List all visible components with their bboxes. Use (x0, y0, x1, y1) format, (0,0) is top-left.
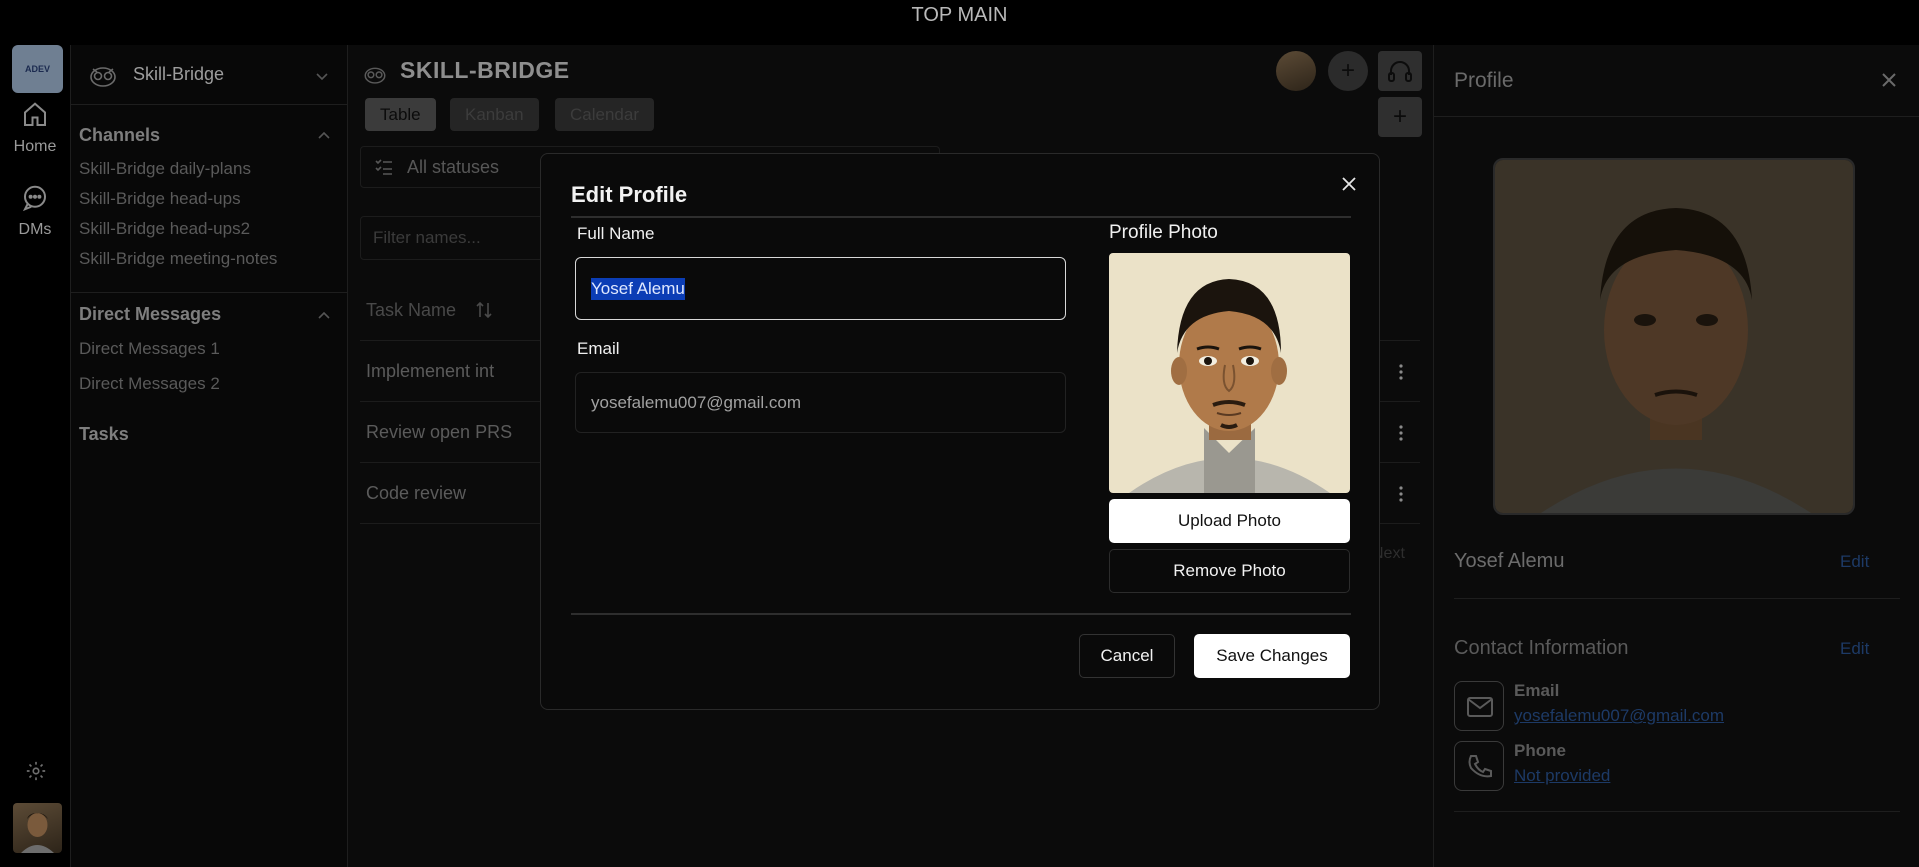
list-filter-icon (375, 159, 392, 175)
contact-phone-value[interactable]: Not provided (1514, 766, 1610, 786)
nav-home-label: Home (13, 138, 57, 155)
sidebar-item-channel[interactable]: Skill-Bridge daily-plans (79, 159, 251, 179)
sidebar-item-channel[interactable]: Skill-Bridge head-ups2 (79, 219, 250, 239)
contact-information-heading: Contact Information (1454, 637, 1629, 659)
status-filter-label: All statuses (407, 157, 500, 177)
profile-panel-header: Profile (1434, 45, 1919, 117)
nav-dms[interactable]: DMs (0, 183, 70, 239)
chevron-down-icon (316, 73, 328, 81)
task-name-cell: Implemenent int (366, 361, 495, 381)
upload-photo-button[interactable]: Upload Photo (1109, 499, 1350, 543)
sidebar-item-channel[interactable]: Skill-Bridge head-ups (79, 189, 241, 209)
tab-calendar[interactable]: Calendar (555, 98, 654, 131)
workspace-logo[interactable]: ADEV (12, 45, 63, 93)
more-vertical-icon[interactable] (1398, 363, 1404, 381)
more-vertical-icon[interactable] (1398, 424, 1404, 442)
phone-icon (1468, 755, 1492, 778)
tab-table[interactable]: Table (365, 98, 436, 131)
contact-email-box (1454, 681, 1504, 731)
tasks-heading[interactable]: Tasks (79, 424, 129, 445)
task-name-cell: Review open PRS (366, 422, 513, 442)
sidebar-item-dm[interactable]: Direct Messages 1 (79, 339, 220, 359)
headset-icon (1388, 61, 1412, 82)
profile-panel-photo (1493, 158, 1855, 515)
channel-sidebar: Skill-Bridge Channels Skill-Bridge daily… (70, 45, 349, 867)
dialog-divider (571, 613, 1351, 615)
edit-profile-dialog: Edit Profile Full Name Yosef Alemu Email… (540, 153, 1380, 710)
nav-home[interactable]: Home (0, 100, 70, 156)
page-title: SKILL-BRIDGE (400, 57, 570, 83)
panel-divider (1454, 811, 1900, 812)
profile-photo-preview (1109, 253, 1350, 493)
channels-heading[interactable]: Channels (79, 125, 160, 146)
column-header-task-name[interactable]: Task Name (366, 300, 456, 320)
chevron-up-icon[interactable] (317, 308, 331, 322)
remove-photo-button[interactable]: Remove Photo (1109, 549, 1350, 593)
full-name-value: Yosef Alemu (591, 277, 685, 300)
close-icon[interactable] (1341, 176, 1357, 192)
dialog-title: Edit Profile (571, 182, 688, 207)
full-name-input[interactable]: Yosef Alemu (575, 257, 1066, 320)
home-icon (24, 102, 46, 126)
full-name-label: Full Name (577, 224, 655, 243)
contact-phone-box (1454, 741, 1504, 791)
cancel-button[interactable]: Cancel (1079, 634, 1175, 678)
save-changes-button[interactable]: Save Changes (1194, 634, 1350, 678)
support-button[interactable] (1378, 51, 1422, 91)
workspace-switcher[interactable]: Skill-Bridge (71, 45, 349, 105)
add-member-button[interactable]: + (1328, 51, 1368, 91)
edit-contact-link[interactable]: Edit (1840, 639, 1869, 659)
sidebar-item-dm[interactable]: Direct Messages 2 (79, 374, 220, 394)
panel-divider (1454, 598, 1900, 599)
email-label: Email (577, 339, 620, 358)
tab-kanban[interactable]: Kanban (450, 98, 539, 131)
profile-panel: Profile Yosef Alemu Edit Contact Informa… (1433, 45, 1919, 867)
contact-phone-label: Phone (1514, 741, 1566, 760)
email-field[interactable]: yosefalemu007@gmail.com (575, 372, 1066, 433)
chevron-up-icon[interactable] (317, 128, 331, 142)
member-avatar[interactable] (1276, 51, 1316, 91)
contact-email-link[interactable]: yosefalemu007@gmail.com (1514, 706, 1724, 726)
task-name-cell: Code review (366, 483, 467, 503)
profile-panel-title: Profile (1454, 69, 1514, 92)
dialog-divider (571, 216, 1351, 218)
profile-photo-label: Profile Photo (1109, 222, 1218, 243)
user-avatar[interactable] (13, 803, 62, 853)
chat-icon (22, 185, 46, 212)
edit-name-link[interactable]: Edit (1840, 552, 1869, 572)
top-banner: TOP MAIN (911, 4, 1008, 26)
workspace-name: Skill-Bridge (133, 64, 225, 84)
sort-icon[interactable] (476, 301, 492, 319)
left-rail: ADEV Home DMs (0, 45, 70, 867)
close-icon[interactable] (1880, 71, 1898, 89)
nav-dms-label: DMs (18, 221, 52, 238)
contact-email-label: Email (1514, 681, 1560, 700)
direct-messages-heading[interactable]: Direct Messages (79, 304, 221, 325)
profile-panel-name: Yosef Alemu (1454, 550, 1565, 572)
owl-logo-icon (90, 66, 116, 87)
sidebar-divider (71, 292, 349, 293)
gear-icon[interactable] (25, 760, 47, 782)
sidebar-item-channel[interactable]: Skill-Bridge meeting-notes (79, 249, 277, 269)
add-view-button[interactable]: + (1378, 97, 1422, 137)
owl-logo-icon (364, 67, 386, 84)
more-vertical-icon[interactable] (1398, 485, 1404, 503)
mail-icon (1467, 697, 1493, 717)
